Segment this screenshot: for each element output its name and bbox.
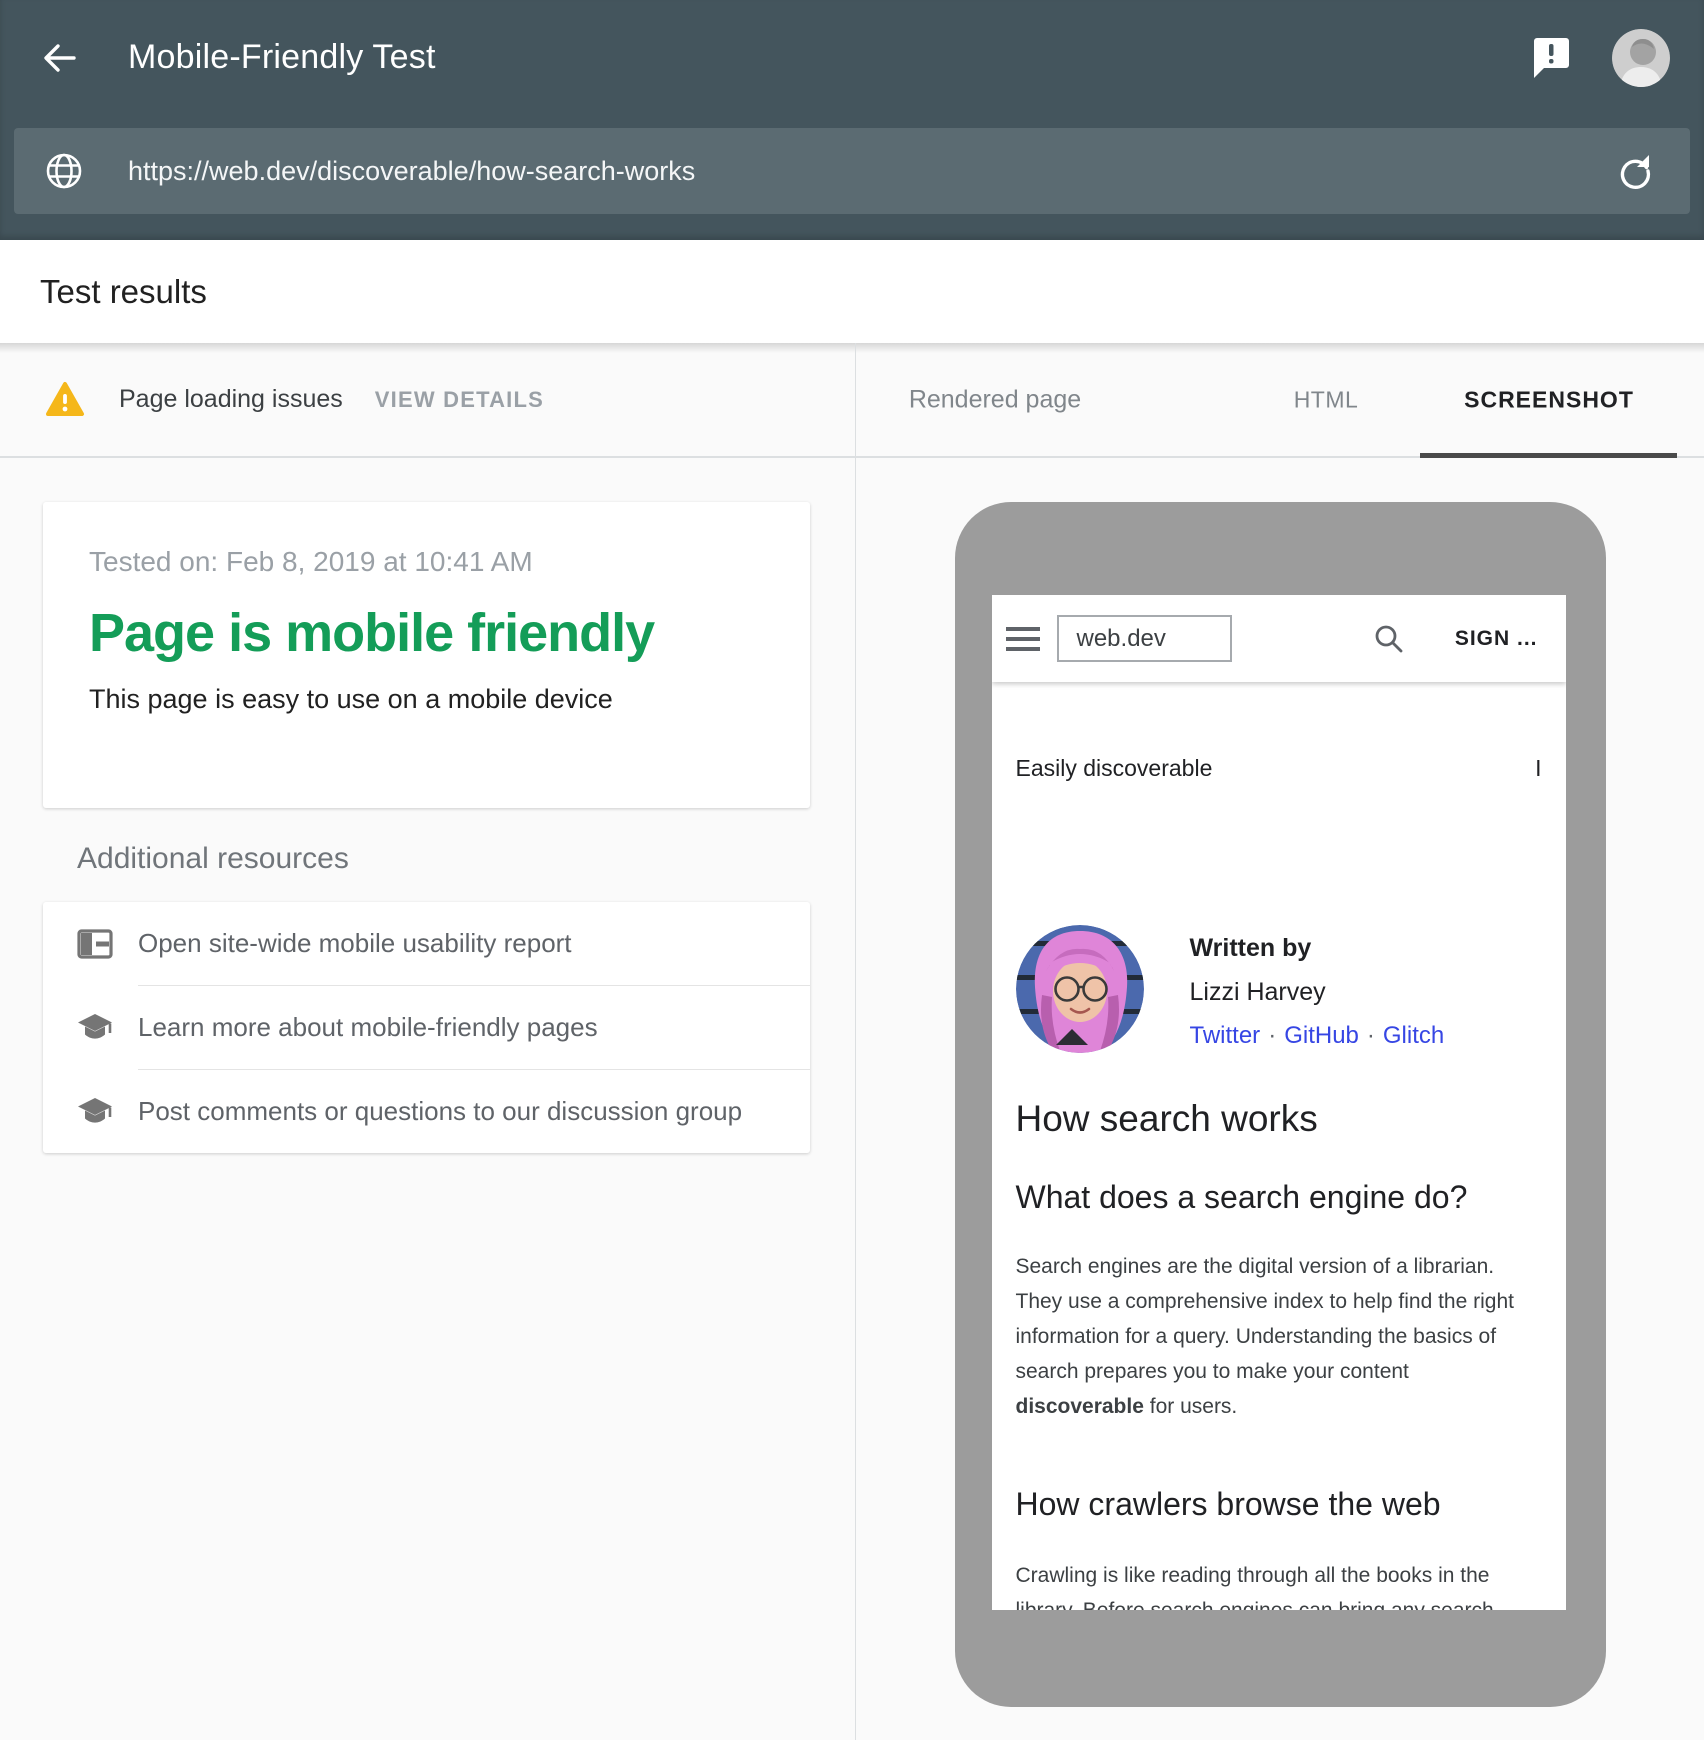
resource-label: Learn more about mobile-friendly pages <box>138 1012 598 1043</box>
app-bar: Mobile-Friendly Test <box>0 0 1704 240</box>
written-by-label: Written by <box>1190 933 1445 963</box>
twitter-link: Twitter <box>1190 1022 1261 1049</box>
status-tab-band: Page loading issues VIEW DETAILS Rendere… <box>0 343 1704 458</box>
phone-mockup: web.dev SIGN ... Easily discoverable I <box>955 502 1606 1707</box>
school-icon <box>77 1096 113 1128</box>
back-button[interactable] <box>38 36 82 80</box>
sign-in-label: SIGN ... <box>1455 627 1538 651</box>
tab-rendered-page[interactable]: Rendered page <box>909 385 1081 414</box>
paragraph-1: Search engines are the digital version o… <box>1016 1249 1542 1424</box>
site-logo-text: web.dev <box>1077 625 1166 653</box>
resource-label: Post comments or questions to our discus… <box>138 1096 742 1127</box>
account-avatar[interactable] <box>1612 29 1670 87</box>
active-tab-underline <box>1420 453 1677 458</box>
tab-html[interactable]: HTML <box>1294 386 1359 413</box>
warning-icon <box>45 381 85 419</box>
article-title: How search works <box>1016 1097 1542 1141</box>
screenshot-panel: web.dev SIGN ... Easily discoverable I <box>856 458 1704 1740</box>
resource-discussion-group[interactable]: Post comments or questions to our discus… <box>43 1070 810 1153</box>
author-links: Twitter·GitHub·Glitch <box>1190 1021 1445 1051</box>
bold-keyword: discoverable <box>1016 1395 1144 1418</box>
feedback-icon <box>1532 36 1572 80</box>
resource-label: Open site-wide mobile usability report <box>138 928 572 959</box>
app-title: Mobile-Friendly Test <box>128 38 436 77</box>
resources-card: Open site-wide mobile usability report L… <box>43 902 810 1153</box>
resource-usability-report[interactable]: Open site-wide mobile usability report <box>43 902 810 985</box>
section-heading-2: How crawlers browse the web <box>1016 1484 1542 1524</box>
url-text[interactable]: https://web.dev/discoverable/how-search-… <box>128 156 1616 187</box>
glitch-link: Glitch <box>1383 1022 1444 1049</box>
hamburger-icon <box>1006 621 1040 657</box>
view-details-button[interactable]: VIEW DETAILS <box>375 387 544 413</box>
url-row: https://web.dev/discoverable/how-search-… <box>0 115 1704 240</box>
globe-icon <box>44 151 84 191</box>
page-header: Test results <box>0 240 1704 343</box>
paragraph-2: Crawling is like reading through all the… <box>1016 1558 1542 1610</box>
top-bar: Mobile-Friendly Test <box>0 0 1704 115</box>
result-card: Tested on: Feb 8, 2019 at 10:41 AM Page … <box>43 502 810 808</box>
verdict-subtitle: This page is easy to use on a mobile dev… <box>89 684 764 715</box>
resource-learn-more[interactable]: Learn more about mobile-friendly pages <box>43 986 810 1069</box>
tested-on-timestamp: Tested on: Feb 8, 2019 at 10:41 AM <box>89 546 764 578</box>
report-icon <box>77 929 113 959</box>
section-heading-1: What does a search engine do? <box>1016 1177 1542 1217</box>
url-bar[interactable]: https://web.dev/discoverable/how-search-… <box>14 128 1690 214</box>
phone-screen: web.dev SIGN ... Easily discoverable I <box>992 595 1566 1610</box>
author-name: Lizzi Harvey <box>1190 977 1445 1007</box>
search-icon <box>1373 623 1405 655</box>
page-title: Test results <box>40 273 207 311</box>
author-block: Written by Lizzi Harvey Twitter·GitHub·G… <box>1016 925 1542 1053</box>
tab-screenshot[interactable]: SCREENSHOT <box>1464 386 1634 413</box>
verdict-heading: Page is mobile friendly <box>89 602 764 664</box>
breadcrumb-trailing: I <box>1535 754 1541 782</box>
breadcrumb-label: Easily discoverable <box>1016 754 1213 782</box>
site-logo-box: web.dev <box>1057 615 1232 662</box>
phone-site-header: web.dev SIGN ... <box>992 595 1566 682</box>
results-panel: Tested on: Feb 8, 2019 at 10:41 AM Page … <box>0 458 856 1740</box>
tab-bar: Rendered page HTML SCREENSHOT <box>856 343 1704 456</box>
github-link: GitHub <box>1284 1022 1359 1049</box>
resources-heading: Additional resources <box>77 842 855 876</box>
back-arrow-icon <box>40 38 80 78</box>
school-icon <box>77 1012 113 1044</box>
status-row: Page loading issues VIEW DETAILS <box>0 343 856 456</box>
author-avatar <box>1016 925 1144 1053</box>
status-label: Page loading issues <box>119 385 343 414</box>
feedback-button[interactable] <box>1532 36 1572 80</box>
refresh-icon[interactable] <box>1616 152 1654 190</box>
